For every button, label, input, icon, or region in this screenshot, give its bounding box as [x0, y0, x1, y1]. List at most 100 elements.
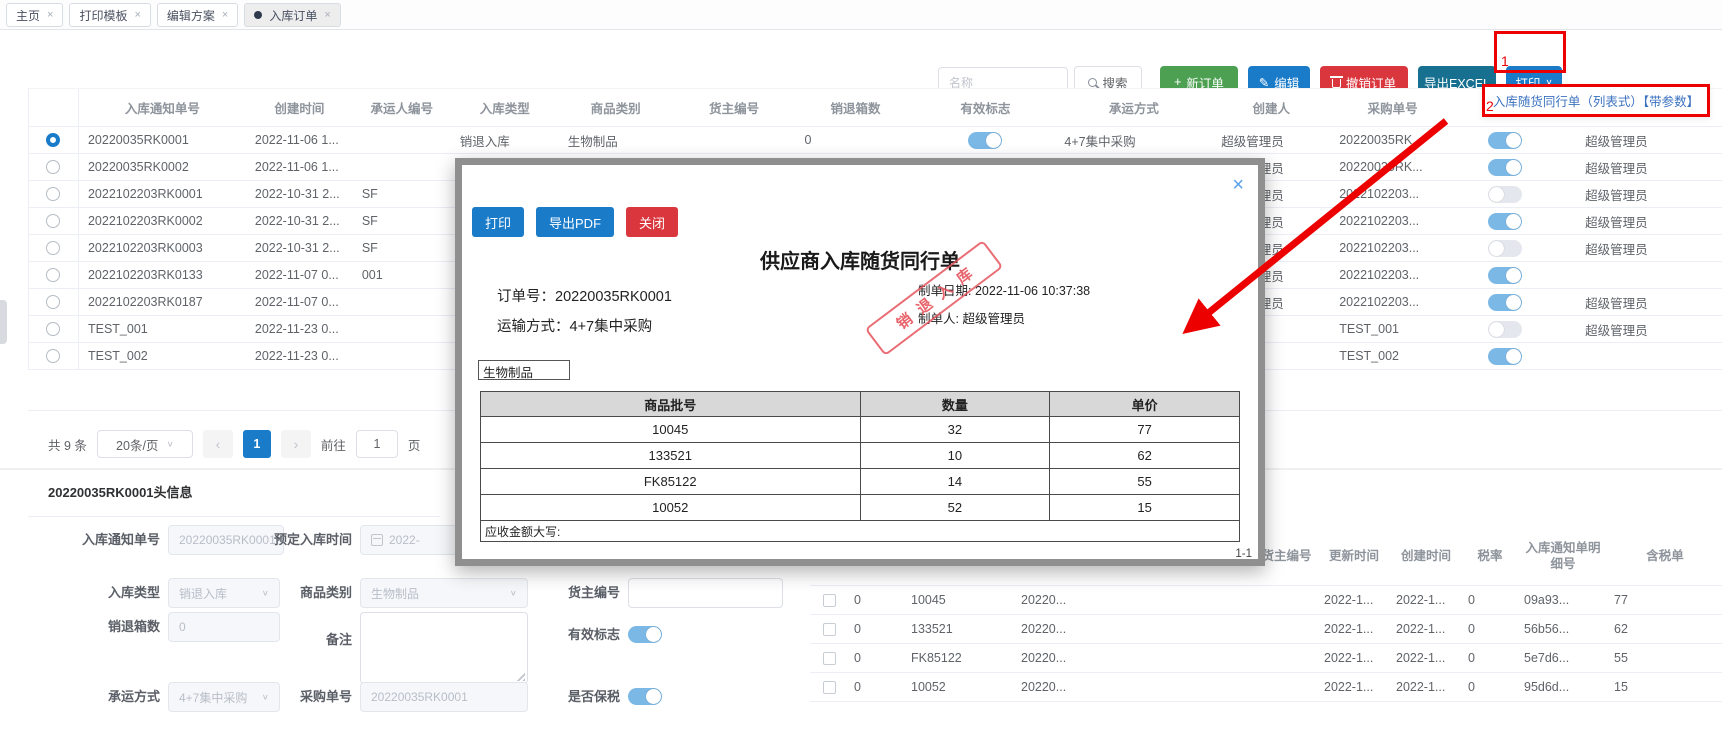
details-cell-price: 15 [1614, 680, 1628, 694]
current-page-button[interactable]: 1 [242, 430, 271, 458]
annotation-marker-2: 2 [1486, 98, 1494, 114]
header-type: 入库类型 [479, 102, 530, 116]
details-row[interactable]: 0 10045 20220... 2022-1... 2022-1... 0 0… [810, 586, 1722, 615]
transport-value: 4+7集中采购 [179, 690, 248, 705]
details-cell-tax: 0 [1468, 680, 1475, 694]
resize-handle-icon[interactable] [516, 672, 525, 681]
category-label: 商品类别 [299, 585, 352, 600]
cell-notice-no: 20220035RK0002 [87, 160, 189, 174]
tab[interactable]: 入库订单 × [244, 3, 341, 27]
row-radio[interactable] [46, 268, 61, 282]
cell-updater: 超级管理员 [1585, 296, 1648, 311]
flag-toggle[interactable] [1488, 185, 1523, 203]
tab-label: 编辑方案 [166, 8, 215, 23]
cell-notice-no: TEST_001 [87, 322, 148, 336]
details-checkbox-cell [810, 680, 848, 694]
details-cell-updated: 2022-1... [1324, 622, 1374, 636]
transport-label: 承运方式 [107, 689, 160, 704]
row-radio-cell [29, 343, 79, 369]
cell-po: 2022102203... [1339, 214, 1420, 228]
tab-close-icon[interactable]: × [134, 9, 140, 21]
flag-toggle[interactable] [1488, 158, 1523, 176]
flag-toggle[interactable] [1488, 212, 1523, 230]
details-cell: 0 [854, 593, 861, 607]
flag-toggle[interactable] [1488, 266, 1523, 284]
total-count: 共 9 条 [48, 438, 87, 453]
flag-toggle[interactable] [1488, 293, 1523, 311]
details-cell-detail-no: 5e7d6... [1524, 651, 1570, 665]
goto-page-input[interactable] [355, 430, 398, 458]
section-title: 20220035RK0001头信息 [48, 485, 193, 500]
details-row[interactable]: 0 133521 20220... 2022-1... 2022-1... 0 … [810, 615, 1722, 644]
cell-flag [1455, 212, 1555, 230]
details-row[interactable]: 0 10052 20220... 2022-1... 2022-1... 0 9… [810, 673, 1722, 702]
row-checkbox[interactable] [822, 593, 836, 607]
goods-qty: 10 [859, 442, 1051, 469]
row-radio-cell [29, 289, 79, 315]
row-radio[interactable] [46, 160, 61, 174]
document-title: 供应商入库随货同行单 [760, 251, 960, 273]
tab-close-icon[interactable]: × [324, 9, 330, 21]
row-checkbox[interactable] [822, 680, 836, 694]
cell-po: 20220035RK... [1339, 160, 1423, 174]
tab[interactable]: 编辑方案 × [156, 3, 239, 27]
cell-created: 2022-11-23 0... [254, 322, 339, 336]
print-menu-item[interactable]: 入库随货同行单（列表式）【带参数】 [1482, 84, 1710, 117]
row-radio[interactable] [46, 133, 61, 147]
row-radio[interactable] [46, 214, 61, 228]
bonded-toggle[interactable] [628, 688, 662, 705]
row-radio[interactable] [46, 295, 61, 309]
row-radio[interactable] [46, 322, 61, 336]
modal-print-button[interactable]: 打印 [472, 207, 525, 237]
cell-notice-no: 2022102203RK0187 [87, 295, 203, 309]
flag-toggle[interactable] [1488, 239, 1523, 257]
tab-close-icon[interactable]: × [222, 9, 228, 21]
doc-maker-value: 超级管理员 [962, 312, 1025, 326]
cell-notice-no: 20220035RK0001 [87, 133, 189, 147]
category-select[interactable]: 生物制品 ∨ [360, 578, 528, 608]
page-unit-label: 页 [407, 438, 421, 453]
header-creator: 创建人 [1252, 102, 1291, 116]
owner-label: 货主编号 [567, 585, 620, 600]
row-radio[interactable] [46, 187, 61, 201]
flag-toggle[interactable] [1488, 320, 1523, 338]
flag-toggle[interactable] [1488, 131, 1523, 149]
valid-flag-toggle[interactable] [628, 626, 662, 643]
row-checkbox[interactable] [822, 651, 836, 665]
page-size-value: 20条/页 [116, 438, 159, 453]
details-cell-created: 2022-1... [1396, 593, 1446, 607]
sidebar-collapse-handle[interactable] [0, 300, 7, 344]
row-radio[interactable] [46, 349, 61, 363]
row-radio[interactable] [46, 241, 61, 255]
flag-toggle[interactable] [1488, 347, 1523, 365]
cell-carrier: SF [361, 241, 378, 255]
page-size-select[interactable]: 20条/页 ∨ [96, 430, 193, 458]
cell-notice-no: 2022102203RK0133 [87, 268, 203, 282]
prev-page-button[interactable]: ‹ [202, 430, 233, 458]
details-row[interactable]: 0 FK85122 20220... 2022-1... 2022-1... 0… [810, 644, 1722, 673]
modal-close-button[interactable]: 关闭 [626, 207, 679, 237]
remark-textarea[interactable] [360, 612, 528, 684]
details-cell-batch: 133521 [911, 622, 953, 636]
next-page-button[interactable]: › [280, 430, 311, 458]
cell-flag [1455, 320, 1555, 338]
tab[interactable]: 主页 × [6, 3, 64, 27]
po-field[interactable]: 20220035RK0001 [360, 682, 528, 712]
tab[interactable]: 打印模板 × [69, 3, 151, 27]
modal-export-pdf-button[interactable]: 导出PDF [536, 207, 615, 237]
goods-row: 10045 32 77 [480, 416, 1240, 443]
row-radio-cell [29, 154, 79, 180]
goods-batch: FK85122 [480, 468, 861, 495]
tab-close-icon[interactable]: × [47, 9, 53, 21]
table-row[interactable]: 20220035RK0001 2022-11-06 1... 销退入库 生物制品… [29, 127, 1722, 154]
header-category: 商品类别 [590, 102, 641, 116]
details-header-updated: 更新时间 [1328, 548, 1379, 563]
details-header-tax: 税率 [1477, 548, 1503, 563]
header-valid: 有效标志 [960, 102, 1011, 116]
valid-toggle[interactable] [968, 131, 1003, 149]
owner-field[interactable] [628, 578, 783, 608]
cell-po: TEST_002 [1339, 349, 1399, 363]
cell-created: 2022-11-06 1... [254, 160, 339, 174]
row-checkbox[interactable] [822, 622, 836, 636]
close-icon[interactable]: × [1232, 175, 1244, 195]
